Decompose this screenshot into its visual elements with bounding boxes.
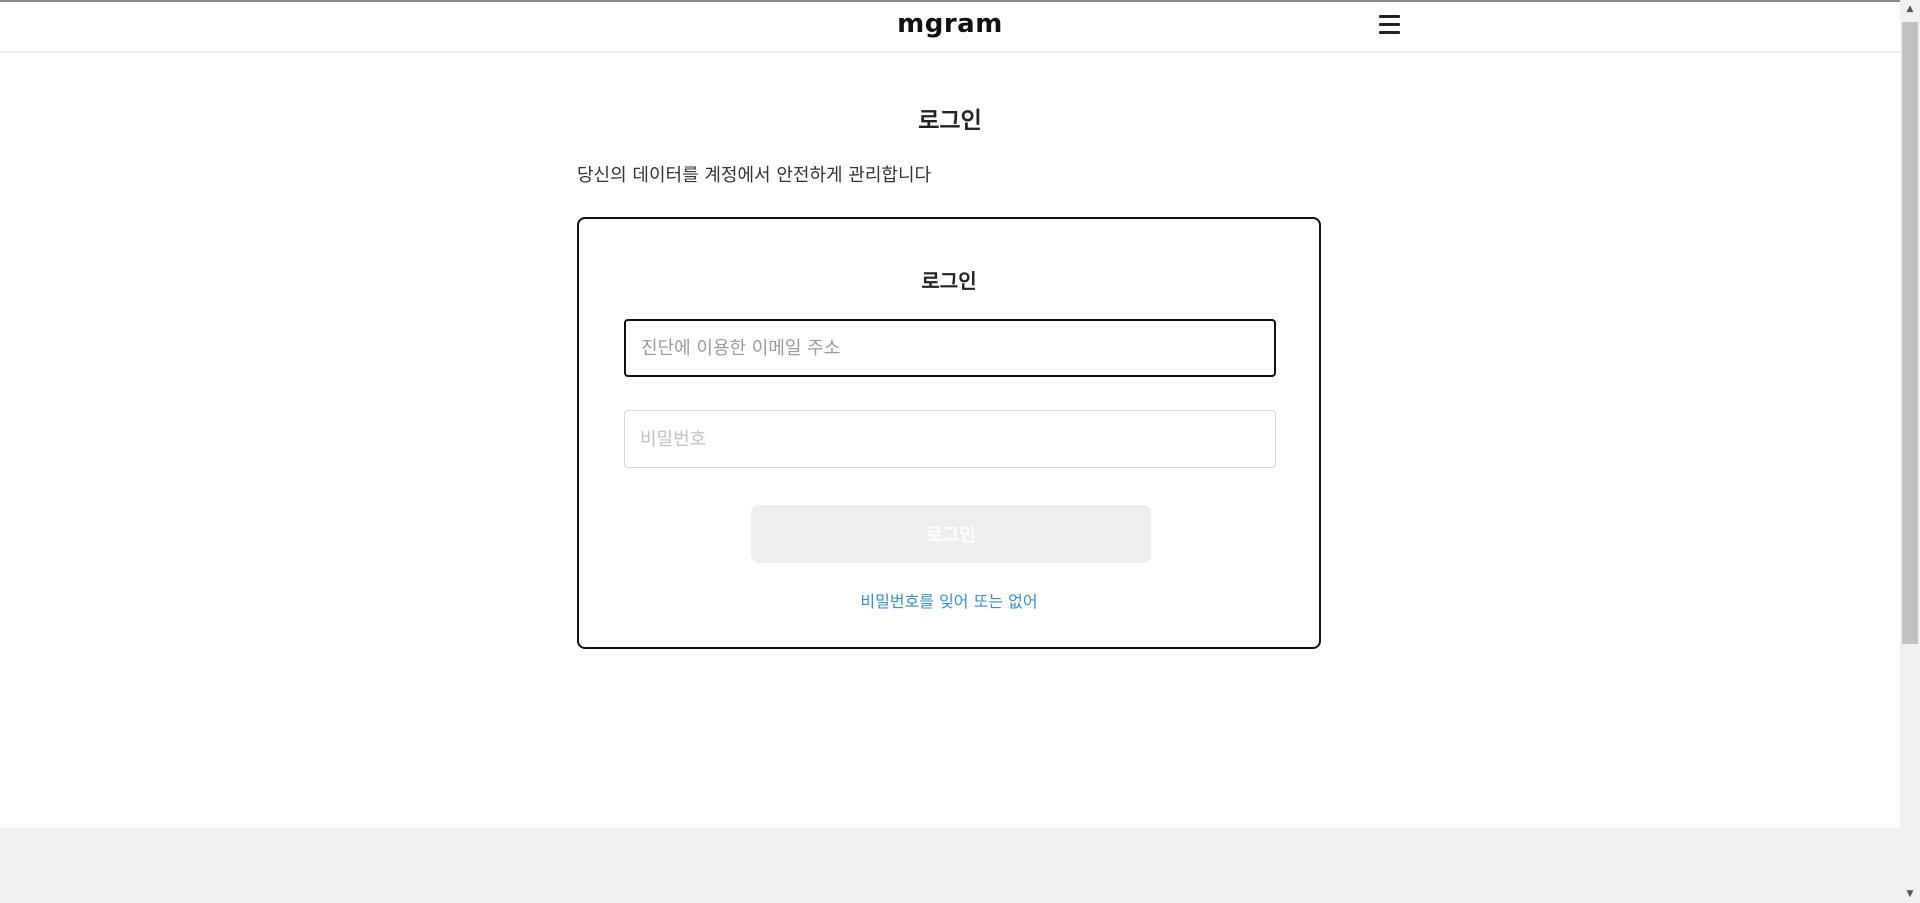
login-button[interactable]: 로그인 — [751, 505, 1151, 563]
site-header: mgram — [0, 2, 1900, 53]
forgot-password-link[interactable]: 비밀번호를 잊어 또는 없어 — [579, 588, 1319, 612]
menu-bar — [1379, 31, 1400, 34]
scroll-up-arrow-icon[interactable]: ▲ — [1900, 0, 1920, 18]
email-input[interactable] — [624, 319, 1276, 377]
login-card: 로그인 로그인 비밀번호를 잊어 또는 없어 — [577, 217, 1321, 649]
password-input[interactable] — [624, 410, 1276, 468]
scroll-thumb[interactable] — [1902, 22, 1918, 644]
menu-bar — [1379, 15, 1400, 18]
page: mgram 로그인 당신의 데이터를 계정에서 안전하게 관리합니다 로그인 로… — [0, 0, 1920, 903]
vertical-scrollbar[interactable]: ▲ ▼ — [1900, 0, 1920, 903]
page-subtitle: 당신의 데이터를 계정에서 안전하게 관리합니다 — [577, 165, 932, 186]
menu-bar — [1379, 23, 1400, 26]
logo[interactable]: mgram — [880, 9, 1020, 39]
main-content: 로그인 당신의 데이터를 계정에서 안전하게 관리합니다 로그인 로그인 비밀번… — [0, 53, 1900, 828]
scroll-down-arrow-icon[interactable]: ▼ — [1900, 885, 1920, 903]
login-card-title: 로그인 — [921, 269, 977, 293]
page-title: 로그인 — [918, 108, 982, 134]
footer — [0, 828, 1900, 903]
hamburger-menu-icon[interactable] — [1378, 14, 1402, 36]
